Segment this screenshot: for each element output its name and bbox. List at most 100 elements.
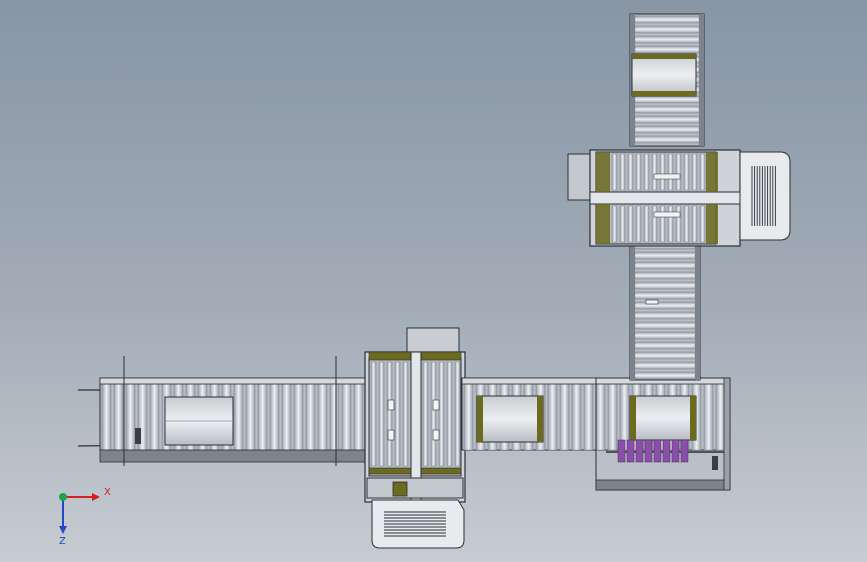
- roller: [438, 361, 445, 467]
- roller: [667, 153, 674, 191]
- roller: [634, 15, 700, 24]
- purple-part: [680, 439, 689, 463]
- roller: [245, 383, 256, 451]
- roller: [422, 361, 429, 467]
- carton: [631, 53, 697, 97]
- roller: [634, 351, 696, 360]
- roller: [634, 125, 700, 134]
- left-infeed-conveyor[interactable]: [77, 356, 366, 466]
- roller: [643, 205, 650, 243]
- roller: [643, 153, 650, 191]
- roller: [317, 383, 328, 451]
- roller: [634, 25, 700, 34]
- roller: [651, 153, 658, 191]
- roller: [634, 291, 696, 300]
- roller: [113, 383, 124, 451]
- roller: [329, 383, 340, 451]
- roller: [634, 251, 696, 260]
- roller: [634, 301, 696, 310]
- roller: [446, 361, 453, 467]
- roller: [683, 205, 690, 243]
- roller: [595, 383, 606, 451]
- roller: [634, 371, 696, 380]
- roller: [634, 115, 700, 124]
- roller: [463, 383, 474, 451]
- roller: [293, 383, 304, 451]
- roller: [281, 383, 292, 451]
- roller: [305, 383, 316, 451]
- roller: [583, 383, 594, 451]
- roller: [634, 261, 696, 270]
- roller: [634, 135, 700, 144]
- roller: [627, 153, 634, 191]
- purple-part: [671, 439, 680, 463]
- roller: [634, 105, 700, 114]
- roller: [627, 205, 634, 243]
- roller: [559, 383, 570, 451]
- roller: [571, 383, 582, 451]
- cad-viewport[interactable]: X Z: [0, 0, 867, 562]
- roller: [675, 153, 682, 191]
- roller: [607, 383, 618, 451]
- carton: [629, 395, 697, 441]
- roller: [634, 95, 700, 104]
- z-axis-label: Z: [59, 536, 66, 547]
- purple-part: [617, 439, 626, 463]
- sensor: [135, 428, 141, 444]
- purple-part: [644, 439, 653, 463]
- roller: [149, 383, 160, 451]
- roller: [370, 361, 377, 467]
- roller: [269, 383, 280, 451]
- drive-housing: [406, 327, 460, 353]
- roller: [353, 383, 364, 451]
- roller: [611, 205, 618, 243]
- roller: [378, 361, 385, 467]
- roller: [634, 45, 700, 54]
- roller: [634, 341, 696, 350]
- roller: [635, 153, 642, 191]
- roller: [675, 205, 682, 243]
- roller: [257, 383, 268, 451]
- roller: [386, 361, 393, 467]
- roller: [634, 331, 696, 340]
- roller: [233, 383, 244, 451]
- purple-part: [662, 439, 671, 463]
- roller: [659, 153, 666, 191]
- right-outfeed-conveyor[interactable]: [461, 377, 731, 491]
- x-axis-label: X: [104, 487, 111, 498]
- roller: [691, 205, 698, 243]
- roller: [634, 321, 696, 330]
- purple-part: [626, 439, 635, 463]
- roller: [402, 361, 409, 467]
- axis-triad: X Z: [59, 487, 111, 547]
- roller: [699, 205, 706, 243]
- roller: [691, 153, 698, 191]
- roller: [634, 311, 696, 320]
- carton: [476, 395, 544, 443]
- roller: [430, 361, 437, 467]
- y-axis-dot: [59, 493, 67, 501]
- roller: [667, 205, 674, 243]
- roller: [394, 361, 401, 467]
- roller: [634, 35, 700, 44]
- roller: [547, 383, 558, 451]
- purple-part: [653, 439, 662, 463]
- roller: [634, 361, 696, 370]
- roller: [651, 205, 658, 243]
- roller: [611, 153, 618, 191]
- roller: [659, 205, 666, 243]
- roller: [619, 205, 626, 243]
- roller: [635, 205, 642, 243]
- roller: [699, 153, 706, 191]
- roller: [454, 361, 461, 467]
- roller: [634, 281, 696, 290]
- roller: [101, 383, 112, 451]
- diverter-module[interactable]: [567, 149, 791, 247]
- roller: [703, 383, 714, 451]
- roller: [341, 383, 352, 451]
- roller: [125, 383, 136, 451]
- center-transfer-module[interactable]: [364, 327, 466, 549]
- purple-part: [635, 439, 644, 463]
- roller: [683, 153, 690, 191]
- roller: [634, 271, 696, 280]
